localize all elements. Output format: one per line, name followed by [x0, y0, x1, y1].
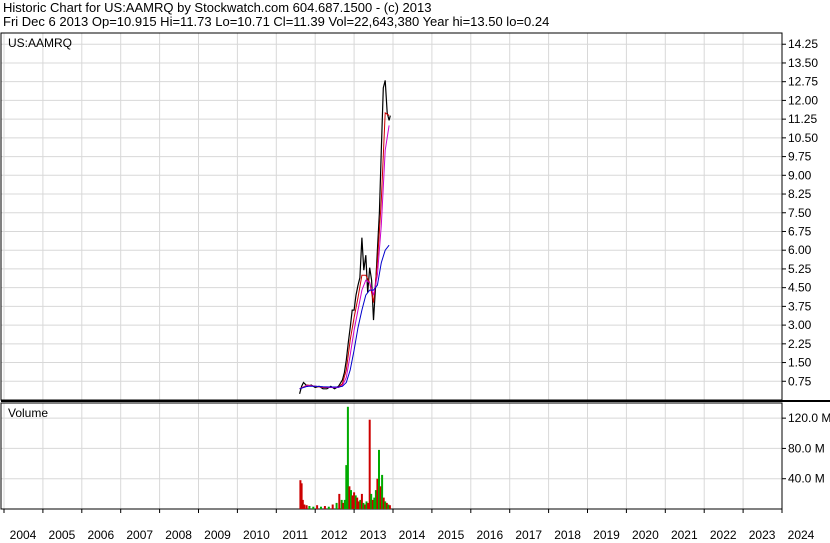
volume-bar: [305, 505, 308, 509]
volume-tick-label: 120.0 M: [788, 411, 830, 425]
price-series: [299, 80, 391, 394]
volume-bars: [299, 406, 391, 509]
price-tick-label: 5.25: [788, 262, 812, 276]
year-tick-label: 2014: [399, 528, 426, 542]
chart-header-quote: Fri Dec 6 2013 Op=10.915 Hi=11.73 Lo=10.…: [3, 14, 550, 29]
volume-tick-label: 80.0 M: [788, 441, 825, 455]
volume-bar: [327, 506, 330, 509]
volume-tick-label: 40.0 M: [788, 472, 825, 486]
volume-axis-labels: 120.0 M 80.0 M 40.0 M: [788, 411, 830, 486]
volume-bar: [331, 504, 334, 509]
ma-short-line: [299, 112, 390, 390]
year-axis-labels: 2004 2005 2006 2007 2008 2009 2010 2011 2012 2013…: [3, 509, 815, 542]
price-tick-label: 3.75: [788, 299, 812, 313]
price-tick-label: 12.75: [788, 75, 818, 89]
volume-bar: [335, 502, 338, 509]
year-tick-label: 2021: [671, 528, 698, 542]
price-tick-label: 4.50: [788, 281, 812, 295]
price-tick-label: 1.50: [788, 356, 812, 370]
year-tick-label: 2012: [321, 528, 348, 542]
price-line: [299, 80, 391, 394]
year-tick-label: 2024: [788, 528, 815, 542]
volume-bar: [303, 504, 306, 509]
price-tick-label: 6.00: [788, 243, 812, 257]
price-tick-label: 10.50: [788, 131, 818, 145]
year-tick-label: 2010: [243, 528, 270, 542]
price-tick-label: 8.25: [788, 187, 812, 201]
price-tick-label: 12.00: [788, 93, 818, 107]
price-tick-label: 14.25: [788, 37, 818, 51]
stock-chart: US:AAMRQ Volume 14.25 13.50 12.75 12.00 11.2…: [0, 32, 830, 542]
year-tick-label: 2006: [87, 528, 114, 542]
price-tick-label: 3.00: [788, 318, 812, 332]
year-tick-label: 2019: [593, 528, 620, 542]
year-tick-label: 2008: [165, 528, 192, 542]
year-tick-label: 2023: [749, 528, 776, 542]
volume-bar: [323, 506, 326, 509]
price-tick-label: 9.00: [788, 168, 812, 182]
year-tick-label: 2007: [126, 528, 153, 542]
volume-bar: [338, 493, 341, 509]
year-tick-label: 2009: [204, 528, 231, 542]
price-tick-label: 9.75: [788, 150, 812, 164]
year-tick-label: 2020: [632, 528, 659, 542]
volume-label: Volume: [8, 406, 48, 420]
year-tick-label: 2011: [282, 528, 308, 542]
year-tick-label: 2015: [438, 528, 465, 542]
year-tick-label: 2017: [515, 528, 542, 542]
volume-bar: [312, 506, 315, 509]
price-tick-label: 2.25: [788, 337, 812, 351]
ma-mid-line: [299, 125, 390, 390]
ma-long-line: [299, 244, 390, 390]
price-tick-label: 13.50: [788, 56, 818, 70]
year-tick-label: 2018: [554, 528, 581, 542]
year-tick-label: 2016: [476, 528, 503, 542]
year-tick-label: 2013: [360, 528, 387, 542]
symbol-label: US:AAMRQ: [8, 36, 72, 50]
year-tick-label: 2004: [10, 528, 37, 542]
volume-bar: [308, 506, 311, 509]
year-tick-label: 2022: [710, 528, 737, 542]
price-tick-label: 6.75: [788, 224, 812, 238]
volume-bar: [316, 505, 319, 509]
chart-header-title: Historic Chart for US:AAMRQ by Stockwatc…: [3, 0, 432, 15]
price-axis-labels: 14.25 13.50 12.75 12.00 11.25 10.50 9.75 9.00 8.…: [788, 37, 818, 388]
volume-bar: [320, 506, 322, 509]
year-tick-label: 2005: [49, 528, 76, 542]
price-tick-label: 7.50: [788, 206, 812, 220]
price-tick-label: 11.25: [788, 112, 817, 126]
volume-bar: [388, 505, 391, 509]
price-tick-label: 0.75: [788, 374, 812, 388]
grid-lines: [1, 33, 786, 509]
